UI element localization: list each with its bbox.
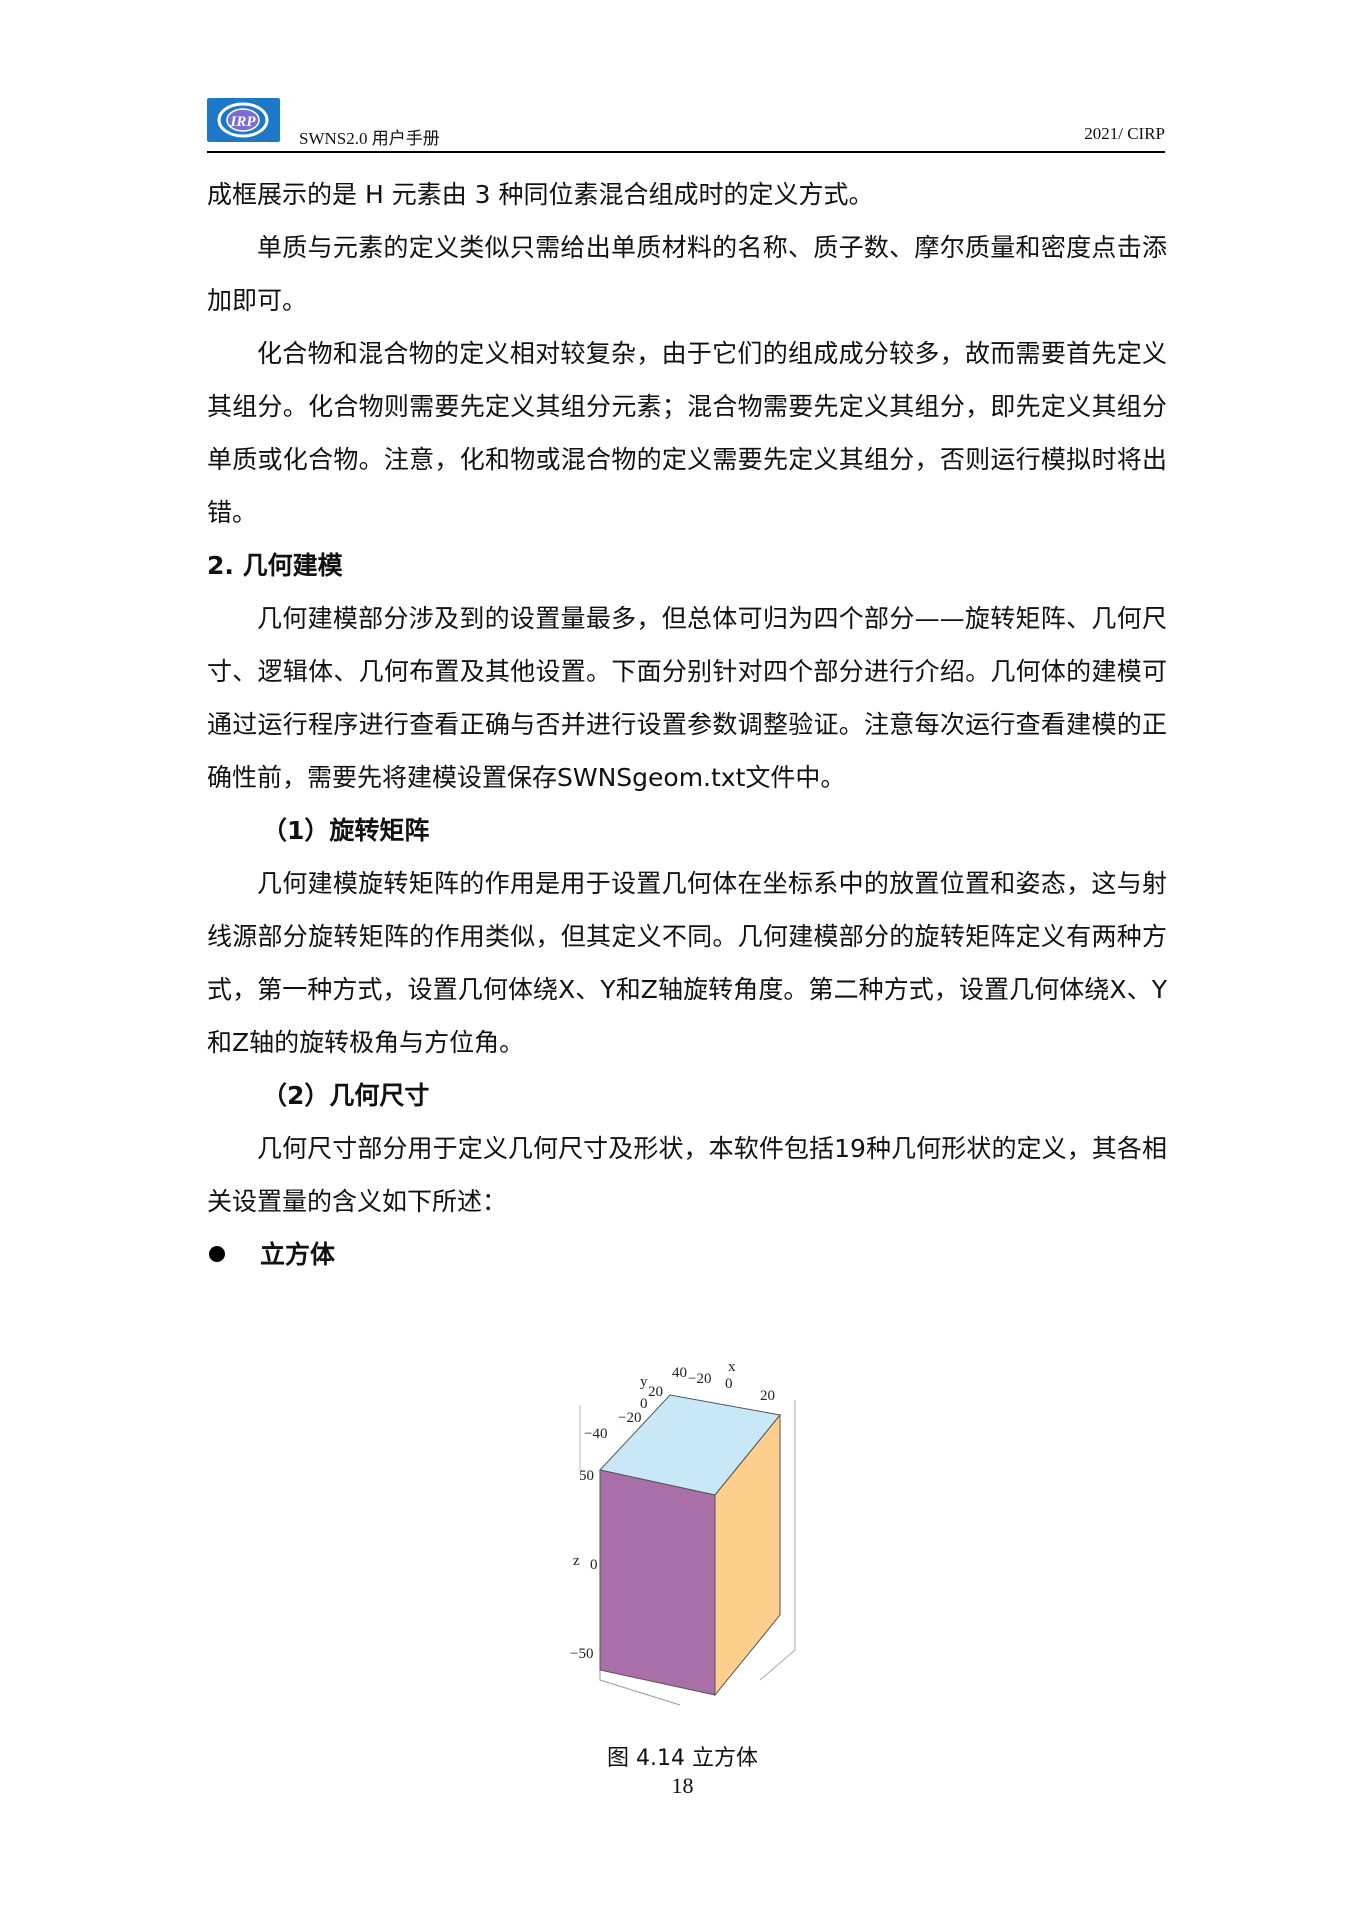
subheading-rotation-matrix: （1）旋转矩阵 [262,816,430,845]
x-tick-1: 40 [672,1365,687,1381]
header-year-org: 2021/ CIRP [1084,124,1165,143]
z-tick-1: 50 [579,1468,594,1484]
paragraph-3: 化合物和混合物的定义相对较复杂，由于它们的组成成分较多，故而需要首先定义其组分。… [207,339,1167,527]
header-divider [207,151,1165,153]
paragraph-6: 几何尺寸部分用于定义几何尺寸及形状，本软件包括19种几何形状的定义，其各相关设置… [207,1134,1167,1216]
x-axis-label: x [728,1360,736,1375]
box-frame-bottom [759,1649,796,1681]
document-body: 成框展示的是 H 元素由 3 种同位素混合组成时的定义方式。 单质与元素的定义类… [207,168,1167,1281]
figure-caption: 图 4.14 立方体 [607,1746,758,1771]
y-axis-label: y [640,1374,648,1390]
cube-front-face [599,1469,716,1696]
x-tick-4: 20 [760,1388,775,1404]
cirp-logo: IRP [207,98,280,142]
paragraph-1: 成框展示的是 H 元素由 3 种同位素混合组成时的定义方式。 [207,180,874,209]
z-axis-label: z [573,1553,580,1569]
z-tick-2: 0 [590,1557,598,1573]
y-tick-4: −40 [584,1426,607,1442]
y-tick-1: 20 [648,1384,663,1400]
page-number: 18 [671,1773,694,1798]
subheading-geometry-size: （2）几何尺寸 [262,1081,430,1110]
header-manual-title: SWNS2.0 用户手册 [299,129,440,148]
page-header: IRP SWNS2.0 用户手册 2021/ CIRP [207,98,1165,154]
bullet-icon [209,1246,225,1262]
paragraph-2: 单质与元素的定义类似只需给出单质材料的名称、质子数、摩尔质量和密度点击添加即可。 [207,233,1167,315]
z-tick-3: −50 [570,1646,593,1662]
paragraph-5: 几何建模旋转矩阵的作用是用于设置几何体在坐标系中的放置位置和姿态，这与射线源部分… [207,869,1167,1057]
paragraph-4: 几何建模部分涉及到的设置量最多，但总体可归为四个部分——旋转矩阵、几何尺寸、逻辑… [207,604,1167,792]
section-heading-geometry: 2. 几何建模 [207,551,343,580]
x-tick-3: 0 [725,1376,733,1392]
x-tick-2: −20 [688,1371,711,1387]
y-tick-3: −20 [618,1410,641,1426]
cube-figure: y 20 0 −20 −40 x 40 −20 0 20 50 z 0 −50 [560,1359,820,1710]
bullet-cube: 立方体 [207,1228,1167,1281]
bullet-cube-label: 立方体 [260,1240,336,1269]
logo-text: IRP [229,114,256,130]
